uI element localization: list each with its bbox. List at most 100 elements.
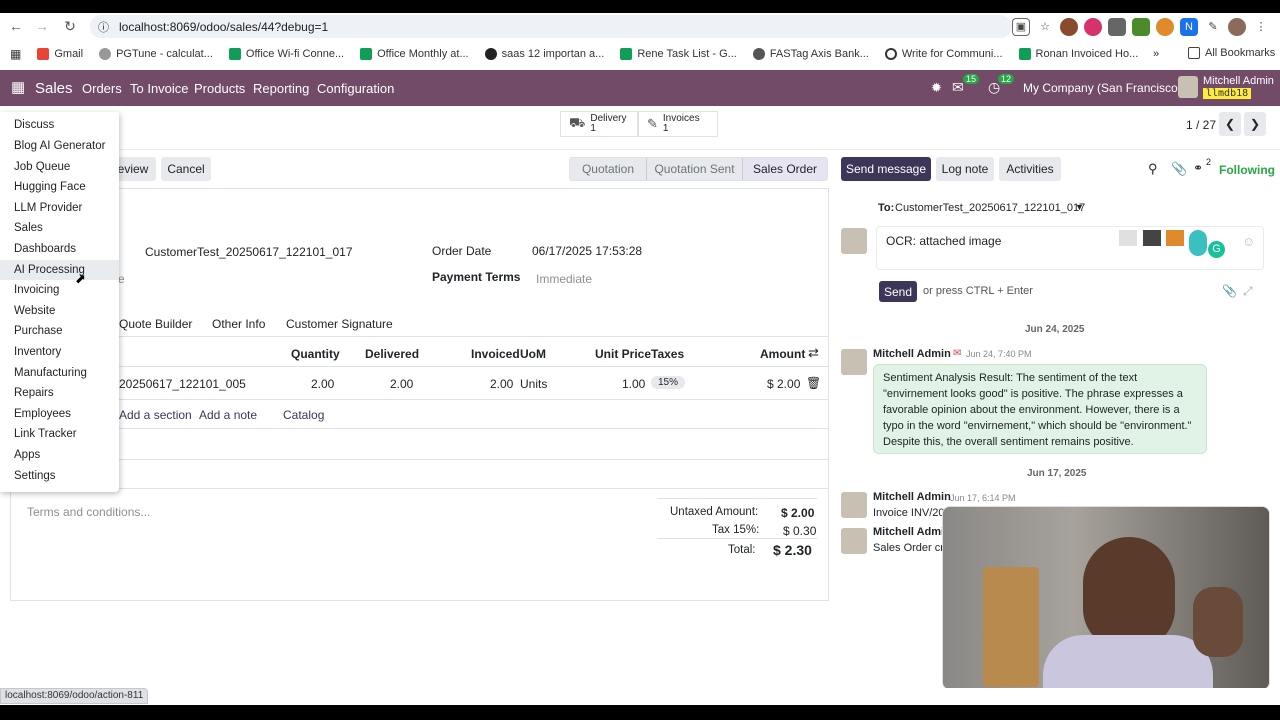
col-taxes[interactable]: Taxes xyxy=(651,347,684,361)
menu-item-llm-provider[interactable]: LLM Provider xyxy=(14,202,82,214)
user-avatar[interactable] xyxy=(1178,76,1198,98)
activities-button[interactable]: Activities xyxy=(999,157,1061,181)
emoji-icon[interactable]: ☺ xyxy=(1242,234,1255,249)
bookmark-item[interactable]: Gmail xyxy=(37,48,83,60)
puzzle-icon[interactable]: ✎ xyxy=(1204,17,1222,36)
menu-item-discuss[interactable]: Discuss xyxy=(14,119,54,131)
to-recipient[interactable]: CustomerTest_20250617_122101_017 xyxy=(895,202,1085,214)
paperclip-icon[interactable]: 📎 xyxy=(1222,284,1237,298)
menu-item-job-queue[interactable]: Job Queue xyxy=(14,161,70,173)
menu-item-apps[interactable]: Apps xyxy=(14,449,40,461)
company-switcher[interactable]: My Company (San Francisco) xyxy=(1023,81,1182,95)
menu-item-website[interactable]: Website xyxy=(14,305,55,317)
tab-customer-signature[interactable]: Customer Signature xyxy=(286,317,393,331)
customer-field[interactable]: CustomerTest_20250617_122101_017 xyxy=(145,245,353,259)
menu-item-repairs[interactable]: Repairs xyxy=(14,387,54,399)
message-author[interactable]: Mitchell Admin xyxy=(873,348,951,360)
grammarly-icon[interactable]: G xyxy=(1208,241,1225,258)
send-message-button[interactable]: Send message xyxy=(841,157,931,181)
menu-item-employees[interactable]: Employees xyxy=(14,408,71,420)
bookmark-item[interactable]: PGTune - calculat... xyxy=(99,48,213,60)
apps-grid-icon[interactable]: ▦ xyxy=(11,80,25,95)
extension-icon[interactable] xyxy=(1156,17,1174,36)
catalog-link[interactable]: Catalog xyxy=(283,408,324,422)
menu-item-blog-ai-generator[interactable]: Blog AI Generator xyxy=(14,140,105,152)
tab-other-info[interactable]: Other Info xyxy=(212,317,265,331)
star-icon[interactable]: ☆ xyxy=(1036,17,1054,36)
following-button[interactable]: Following xyxy=(1219,163,1275,177)
bug-icon[interactable]: ✹ xyxy=(931,80,942,96)
bookmark-item[interactable]: FASTag Axis Bank... xyxy=(752,48,869,60)
all-bookmarks[interactable]: All Bookmarks xyxy=(1188,47,1275,59)
invoices-smart-button[interactable]: ✎ Invoices 1 xyxy=(638,111,718,137)
extension-icon[interactable]: N xyxy=(1180,17,1198,36)
caret-down-icon[interactable]: ▼ xyxy=(1075,202,1084,212)
bookmark-item[interactable]: Office Wi-fi Conne... xyxy=(228,48,344,60)
stage-quotation[interactable]: Quotation xyxy=(570,158,646,180)
menu-item-settings[interactable]: Settings xyxy=(14,470,56,482)
expand-icon[interactable]: ⤢ xyxy=(1243,284,1253,299)
menu-products[interactable]: Products xyxy=(194,81,245,96)
pager-prev-button[interactable]: ❮ xyxy=(1219,112,1241,136)
col-delivered[interactable]: Delivered xyxy=(365,347,419,361)
address-bar[interactable]: ⓘ localhost:8069/odoo/sales/44?debug=1 xyxy=(90,15,1012,38)
col-quantity[interactable]: Quantity xyxy=(291,347,340,361)
menu-item-invoicing[interactable]: Invoicing xyxy=(14,284,59,296)
pager-next-button[interactable]: ❯ xyxy=(1244,112,1266,136)
menu-icon[interactable]: ⋮ xyxy=(1252,17,1270,36)
add-section-link[interactable]: Add a section xyxy=(119,408,192,422)
column-settings-icon[interactable]: ⇄ xyxy=(808,345,819,361)
menu-to-invoice[interactable]: To Invoice xyxy=(130,81,189,96)
search-icon[interactable]: ⚲ xyxy=(1148,161,1158,177)
site-info-icon[interactable]: ⓘ xyxy=(98,19,109,35)
menu-item-sales[interactable]: Sales xyxy=(14,222,43,234)
extension-icon[interactable] xyxy=(1108,17,1126,36)
chat-icon[interactable]: ✉ xyxy=(952,79,964,96)
stage-quotation-sent[interactable]: Quotation Sent xyxy=(646,158,742,180)
extension-icon[interactable] xyxy=(1060,17,1078,36)
forward-icon[interactable]: → xyxy=(30,14,54,38)
log-note-button[interactable]: Log note xyxy=(936,157,994,181)
menu-item-link-tracker[interactable]: Link Tracker xyxy=(14,428,77,440)
menu-item-purchase[interactable]: Purchase xyxy=(14,325,63,337)
extension-icon[interactable] xyxy=(1132,17,1150,36)
message-author[interactable]: Mitchell Admi xyxy=(873,526,944,538)
add-note-link[interactable]: Add a note xyxy=(199,408,257,422)
reload-icon[interactable]: ↻ xyxy=(58,14,82,38)
col-uom[interactable]: UoM xyxy=(520,347,546,361)
delivery-smart-button[interactable]: ⛟ Delivery 1 xyxy=(560,111,638,137)
menu-item-hugging-face[interactable]: Hugging Face xyxy=(14,181,86,193)
app-name[interactable]: Sales xyxy=(35,80,73,97)
menu-item-dashboards[interactable]: Dashboards xyxy=(14,243,76,255)
order-date-field[interactable]: 06/17/2025 17:53:28 xyxy=(532,244,642,258)
bookmark-item[interactable]: Write for Communi... xyxy=(884,48,1003,60)
bookmark-item[interactable]: Rene Task List - G... xyxy=(620,48,737,60)
menu-configuration[interactable]: Configuration xyxy=(317,81,394,96)
install-icon[interactable]: ▣ xyxy=(1012,17,1030,36)
send-button[interactable]: Send xyxy=(879,281,917,302)
extension-icon[interactable] xyxy=(1084,17,1102,36)
message-author[interactable]: Mitchell Admin xyxy=(873,491,951,503)
extension-icon[interactable] xyxy=(1189,230,1207,256)
user-name[interactable]: Mitchell Admin xyxy=(1203,75,1274,87)
back-icon[interactable]: ← xyxy=(4,14,28,38)
col-invoiced[interactable]: Invoiced xyxy=(471,347,520,361)
menu-item-inventory[interactable]: Inventory xyxy=(14,346,61,358)
cancel-button[interactable]: Cancel xyxy=(161,157,211,181)
apps-icon[interactable]: ▦ xyxy=(10,47,21,61)
menu-reporting[interactable]: Reporting xyxy=(253,81,309,96)
terms-input[interactable]: Terms and conditions... xyxy=(27,505,150,519)
payment-terms-input[interactable]: Immediate xyxy=(536,272,592,286)
tab-quote-builder[interactable]: Quote Builder xyxy=(119,317,192,331)
menu-item-manufacturing[interactable]: Manufacturing xyxy=(14,367,87,379)
extension-icon[interactable] xyxy=(1143,230,1161,246)
bookmark-item[interactable]: saas 12 importan a... xyxy=(484,48,604,60)
more-bookmarks-icon[interactable]: » xyxy=(1153,48,1159,60)
trash-icon[interactable]: 🗑 xyxy=(806,376,821,390)
bookmark-item[interactable]: Ronan Invoiced Ho... xyxy=(1018,48,1138,60)
extension-icon[interactable] xyxy=(1119,230,1137,246)
col-unit-price[interactable]: Unit Price xyxy=(595,347,651,361)
col-amount[interactable]: Amount xyxy=(760,347,805,361)
bookmark-item[interactable]: Office Monthly at... xyxy=(360,48,469,60)
menu-orders[interactable]: Orders xyxy=(82,81,122,96)
